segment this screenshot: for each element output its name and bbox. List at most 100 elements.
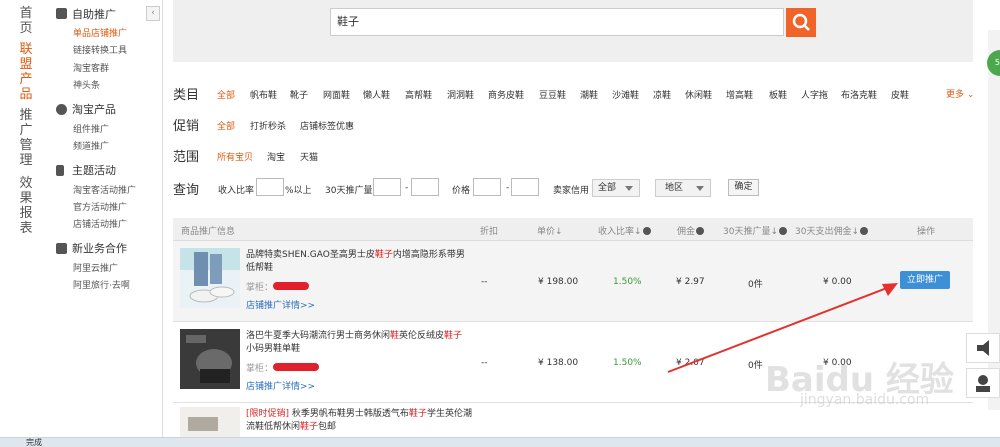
seller-label: 掌柜： — [246, 364, 274, 374]
category-item[interactable]: 帆布鞋 — [250, 88, 277, 101]
ratio-label: 收入比率 — [218, 186, 255, 196]
discount-cell: -- — [481, 277, 488, 287]
sort-icon: ↓ — [770, 227, 778, 237]
product-image[interactable] — [180, 329, 240, 389]
category-item[interactable]: 高帮鞋 — [405, 88, 432, 101]
col-ratio[interactable]: 收入比率↓ — [598, 224, 651, 237]
sidebar-item-single-shop[interactable]: 单品店铺推广 — [73, 26, 127, 39]
scope-tmall[interactable]: 天猫 — [300, 150, 318, 163]
sidebar-item-alitrip[interactable]: 阿里旅行·去啊 — [73, 278, 130, 291]
product-title[interactable]: 品牌特卖SHEN.GAO圣高男士皮鞋子内增高隐形系带男低帮鞋 — [246, 249, 471, 275]
sidebar-section-title: 新业务合作 — [72, 242, 127, 255]
promo-label: 促销 — [173, 119, 200, 134]
region-select[interactable]: 地区 — [655, 179, 711, 197]
col-volume[interactable]: 30天推广量↓ — [723, 224, 787, 237]
category-item[interactable]: 洞洞鞋 — [447, 88, 474, 101]
category-item[interactable]: 网面鞋 — [323, 88, 350, 101]
sidebar-item-shop-activity[interactable]: 店铺活动推广 — [73, 217, 127, 230]
help-icon — [779, 227, 787, 235]
category-item[interactable]: 豆豆鞋 — [539, 88, 566, 101]
sort-icon: ↓ — [634, 227, 642, 237]
announcement-button[interactable] — [966, 333, 1000, 363]
handshake-icon — [56, 243, 67, 254]
sidebar-item-widget[interactable]: 组件推广 — [73, 122, 109, 135]
sidebar-item-taoke-activity[interactable]: 淘宝客活动推广 — [73, 183, 136, 196]
product-image[interactable] — [180, 248, 240, 308]
product-title[interactable]: 洛巴牛夏季大码潮流行男士商务休闲鞋英伦反绒皮鞋子小码男鞋单鞋 — [246, 330, 471, 356]
ratio-cell: 1.50% — [613, 277, 642, 287]
product-image[interactable] — [180, 407, 240, 437]
price-max-input[interactable] — [511, 178, 539, 196]
category-item[interactable]: 布洛克鞋 — [841, 88, 877, 101]
category-item[interactable]: 潮鞋 — [580, 88, 598, 101]
credit-select[interactable]: 全部 — [592, 179, 640, 197]
category-item[interactable]: 凉鞋 — [653, 88, 671, 101]
promo-all[interactable]: 全部 — [217, 119, 235, 132]
customer-service-button[interactable] — [966, 368, 1000, 398]
shop-detail-link[interactable]: 店铺推广详情>> — [246, 298, 315, 311]
more-categories-link[interactable]: 更多 ⌄ — [946, 87, 974, 100]
taobao-icon — [56, 104, 67, 115]
volume-max-input[interactable] — [411, 178, 439, 196]
collapse-sidebar-button[interactable]: ‹ — [146, 6, 160, 21]
volume-min-input[interactable] — [373, 178, 401, 196]
scope-taobao[interactable]: 淘宝 — [267, 150, 285, 163]
help-icon — [642, 227, 651, 235]
sidebar-item-link-tool[interactable]: 链接转换工具 — [73, 43, 127, 56]
megaphone-icon — [977, 340, 989, 356]
range-dash: - — [506, 183, 510, 193]
user-service-icon — [976, 375, 990, 392]
nav-home[interactable]: 首页 — [18, 6, 34, 36]
confirm-button[interactable]: 确定 — [728, 179, 759, 196]
category-item[interactable]: 全部 — [217, 88, 235, 101]
search-input[interactable]: 鞋子 — [330, 8, 784, 36]
category-label: 类目 — [173, 88, 200, 103]
megaphone-icon — [56, 8, 67, 19]
sidebar-item-taoke-group[interactable]: 淘宝客群 — [73, 61, 109, 74]
category-item[interactable]: 靴子 — [290, 88, 308, 101]
table-header: 商品推广信息 折扣 单价↓ 收入比率↓ 佣金 30天推广量↓ 30天支出佣金↓ … — [173, 218, 973, 241]
col-commission[interactable]: 佣金 — [677, 224, 705, 237]
category-item[interactable]: 皮鞋 — [891, 88, 909, 101]
chevron-down-icon — [696, 186, 704, 191]
category-item[interactable]: 增高鞋 — [726, 88, 753, 101]
shop-detail-link[interactable]: 店铺推广详情>> — [246, 379, 315, 392]
category-item[interactable]: 沙滩鞋 — [612, 88, 639, 101]
category-item[interactable]: 休闲鞋 — [685, 88, 712, 101]
scope-all[interactable]: 所有宝贝 — [217, 150, 253, 163]
sidebar-item-channel[interactable]: 频道推广 — [73, 139, 109, 152]
volume-label: 30天推广量 — [325, 186, 373, 196]
nav-reports[interactable]: 效果报表 — [18, 176, 34, 236]
col-discount: 折扣 — [480, 227, 499, 237]
nav-promotion-management[interactable]: 推广管理 — [18, 108, 34, 168]
category-item[interactable]: 商务皮鞋 — [488, 88, 524, 101]
ratio-input[interactable] — [256, 178, 284, 196]
nav-products[interactable]: 联盟产品 — [18, 42, 34, 102]
discount-cell: -- — [481, 358, 488, 368]
promo-discount[interactable]: 打折秒杀 — [250, 119, 286, 132]
help-icon — [860, 227, 868, 235]
price-min-input[interactable] — [473, 178, 501, 196]
sort-icon: ↓ — [851, 227, 859, 237]
col-spend[interactable]: 30天支出佣金↓ — [795, 224, 868, 237]
price-cell: ¥ 198.00 — [538, 277, 579, 287]
category-item[interactable]: 板鞋 — [769, 88, 787, 101]
sidebar-item-official-activity[interactable]: 官方活动推广 — [73, 200, 127, 213]
promo-shop-tag[interactable]: 店铺标签优惠 — [300, 119, 354, 132]
category-item[interactable]: 人字拖 — [801, 88, 828, 101]
ratio-cell: 1.50% — [613, 358, 642, 368]
sidebar-item-aliyun[interactable]: 阿里云推广 — [73, 261, 118, 274]
search-button[interactable] — [786, 8, 816, 37]
sidebar-item-headline[interactable]: 神头条 — [73, 78, 100, 91]
col-info: 商品推广信息 — [181, 227, 236, 237]
ratio-suffix: %以上 — [285, 186, 312, 196]
search-icon — [792, 13, 810, 31]
table-row: [限时促销] 秋季男帆布鞋男士韩版透气布鞋子学生英伦潮流鞋低帮休闲鞋子包邮 — [173, 403, 973, 437]
price-cell: ¥ 138.00 — [538, 358, 579, 368]
category-item[interactable]: 懒人鞋 — [363, 88, 390, 101]
col-price[interactable]: 单价↓ — [537, 224, 563, 237]
sidebar: 自助推广 单品店铺推广 链接转换工具 淘宝客群 神头条 淘宝产品 组件推广 频道… — [50, 0, 163, 440]
price-label: 价格 — [452, 186, 471, 196]
range-dash: - — [405, 183, 409, 193]
product-title[interactable]: [限时促销] 秋季男帆布鞋男士韩版透气布鞋子学生英伦潮流鞋低帮休闲鞋子包邮 — [246, 408, 476, 434]
